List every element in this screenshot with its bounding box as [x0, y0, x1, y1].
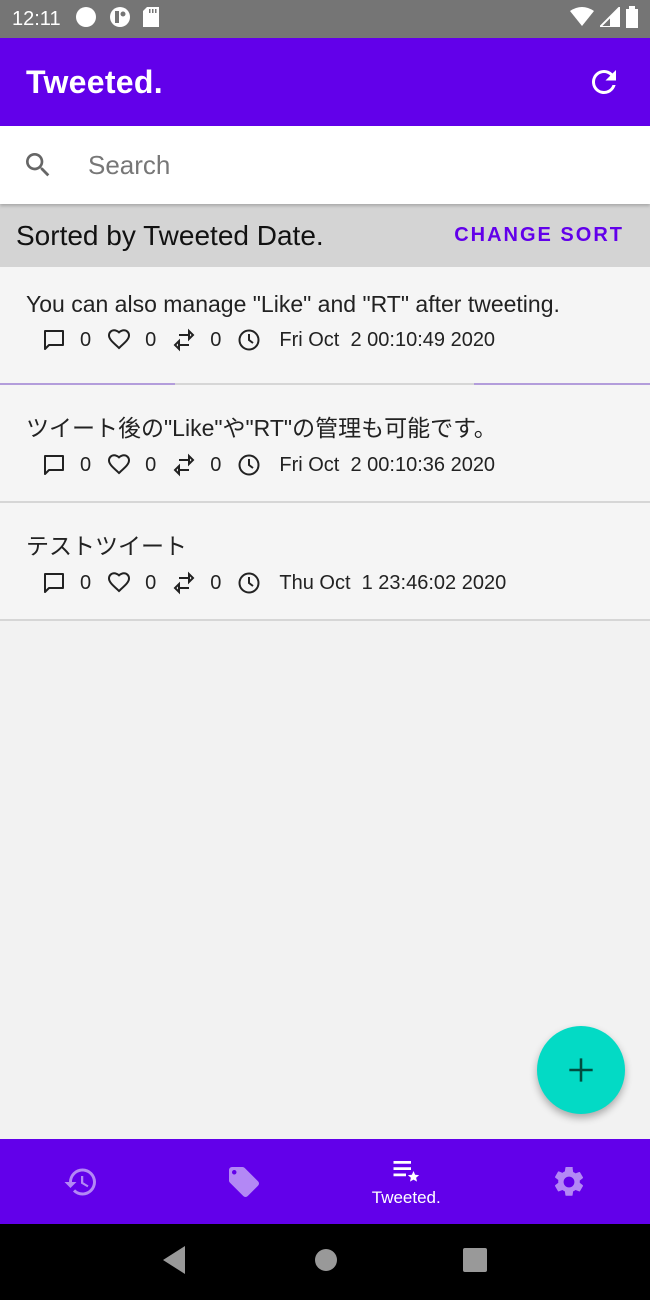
tweet-list-item[interactable]: You can also manage "Like" and "RT" afte…: [0, 267, 650, 385]
plus-icon: [569, 1058, 593, 1082]
app-title: Tweeted.: [26, 63, 163, 100]
tweet-list-item[interactable]: ツイート後の"Like"や"RT"の管理も可能です。 0 0 0 Fri Oct…: [0, 385, 650, 503]
tweet-meta: 0 0 0 Fri Oct 2 00:10:36 2020: [42, 453, 624, 477]
retweet-count: 0: [210, 571, 222, 594]
like-count: 0: [145, 453, 157, 476]
retweet-icon: [172, 453, 196, 477]
nav-item-tweeted[interactable]: Tweeted.: [325, 1139, 488, 1224]
heart-icon: [107, 571, 131, 595]
clock-icon: [237, 571, 261, 595]
reply-count: 0: [80, 328, 92, 351]
tweet-date: Thu Oct 1 23:46:02 2020: [279, 571, 507, 594]
new-tweet-fab[interactable]: [537, 1026, 625, 1114]
system-navigation-bar: [0, 1224, 650, 1300]
like-count: 0: [145, 571, 157, 594]
back-icon: [162, 1245, 185, 1274]
status-bar: 12:11: [0, 0, 650, 38]
change-sort-button[interactable]: CHANGE SORT: [444, 216, 634, 255]
clock-icon: [237, 328, 261, 352]
status-time: 12:11: [12, 7, 61, 30]
search-icon: [26, 153, 50, 177]
refresh-icon: [591, 69, 616, 94]
tweet-text: ツイート後の"Like"や"RT"の管理も可能です。: [26, 415, 497, 441]
tweet-meta: 0 0 0 Thu Oct 1 23:46:02 2020: [42, 571, 624, 595]
sd-card-icon: [142, 6, 159, 32]
settings-icon: [554, 1166, 583, 1196]
comment-icon: [42, 328, 66, 352]
app-notification-icon: [109, 6, 131, 33]
tweet-text: You can also manage "Like" and "RT" afte…: [26, 291, 560, 317]
nav-item-settings[interactable]: [488, 1139, 650, 1224]
reply-count: 0: [80, 453, 92, 476]
recents-button[interactable]: [463, 1247, 488, 1277]
home-button[interactable]: [314, 1248, 338, 1277]
tag-icon: [228, 1166, 259, 1197]
tweet-list: You can also manage "Like" and "RT" afte…: [0, 267, 650, 621]
retweet-count: 0: [210, 328, 222, 351]
sort-label: Sorted by Tweeted Date.: [16, 219, 324, 251]
reply-count: 0: [80, 571, 92, 594]
tweet-text: テストツイート: [26, 533, 187, 559]
back-button[interactable]: [162, 1245, 189, 1279]
refresh-button[interactable]: [584, 62, 624, 102]
comment-icon: [42, 571, 66, 595]
history-icon: [64, 1168, 97, 1195]
home-icon: [314, 1248, 337, 1271]
nav-item-tags[interactable]: [163, 1139, 326, 1224]
recents-icon: [463, 1247, 488, 1272]
bottom-navigation: Tweeted.: [0, 1139, 650, 1224]
tweet-list-item[interactable]: テストツイート 0 0 0 Thu Oct 1 23:46:02 2020: [0, 503, 650, 621]
search-input[interactable]: [88, 149, 628, 181]
wifi-icon: [570, 6, 594, 32]
battery-icon: [626, 5, 638, 33]
circle-notification-icon: [75, 6, 97, 33]
tweet-meta: 0 0 0 Fri Oct 2 00:10:49 2020: [42, 328, 624, 352]
signal-icon: [597, 4, 621, 32]
tweet-date: Fri Oct 2 00:10:36 2020: [279, 453, 496, 476]
heart-icon: [107, 328, 131, 352]
playlist-star-icon: [393, 1160, 420, 1182]
clock-icon: [237, 453, 261, 477]
tweet-date: Fri Oct 2 00:10:49 2020: [279, 328, 496, 351]
search-bar: [0, 126, 650, 204]
like-count: 0: [145, 328, 157, 351]
retweet-icon: [172, 571, 196, 595]
app-bar: Tweeted.: [0, 38, 650, 126]
nav-label-tweeted: Tweeted.: [371, 1187, 441, 1207]
sort-bar: Sorted by Tweeted Date. CHANGE SORT: [0, 204, 650, 267]
comment-icon: [42, 453, 66, 477]
retweet-icon: [172, 328, 196, 352]
nav-item-history[interactable]: [0, 1139, 163, 1224]
retweet-count: 0: [210, 453, 222, 476]
heart-icon: [107, 453, 131, 477]
